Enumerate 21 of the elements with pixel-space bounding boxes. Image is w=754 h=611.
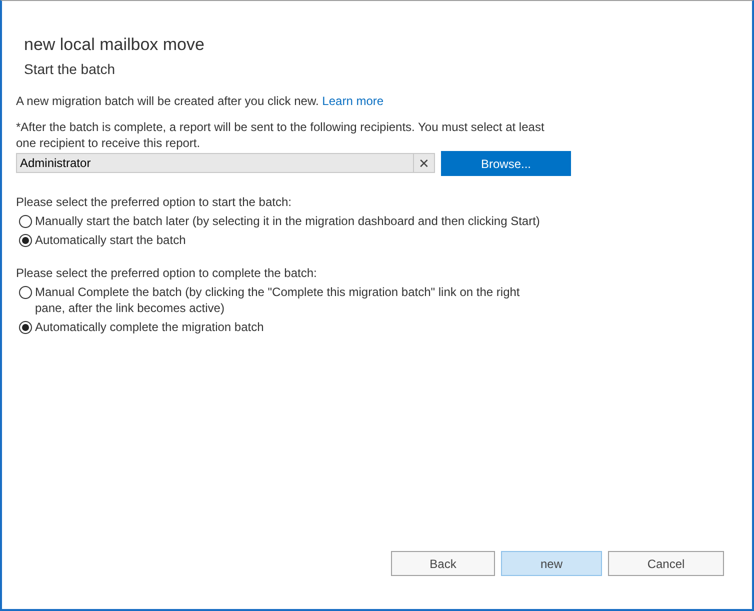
radio-label: Automatically start the batch — [35, 232, 186, 248]
learn-more-link[interactable]: Learn more — [322, 94, 384, 108]
dialog-title: new local mailbox move — [23, 35, 206, 55]
clear-button[interactable]: ✕ — [413, 153, 435, 173]
option-prompt: Please select the preferred option to complete the batch: — [16, 265, 318, 281]
recipient-field[interactable]: Administrator — [16, 153, 414, 173]
radio-label: Manually start the batch later (by selecting it in the migration dashboard and then clicking Start) — [35, 213, 540, 229]
intro-text: A new migration batch will be created after you click new. Learn more — [16, 93, 385, 109]
recipients-note: *After the batch is complete, a report will be sent to the following recipients. You must select at least one recipient to receive this report. — [16, 119, 546, 151]
dialog-button[interactable]: Cancel — [608, 551, 724, 576]
radio-button[interactable] — [19, 286, 32, 299]
radio-button[interactable] — [19, 321, 32, 334]
radio-label: Automatically complete the migration batch — [35, 319, 264, 335]
radio-label: Manual Complete the batch (by clicking the "Complete this migration batch" link on the right pane, after the link becomes active) — [35, 284, 521, 316]
browse-button[interactable]: Browse... — [441, 151, 571, 176]
dialog-button[interactable]: Back — [391, 551, 495, 576]
radio-button[interactable] — [19, 234, 32, 247]
dialog-subtitle: Start the batch — [23, 61, 116, 77]
option-prompt: Please select the preferred option to start the batch: — [16, 194, 292, 210]
radio-button[interactable] — [19, 215, 32, 228]
dialog-button[interactable]: new — [501, 551, 602, 576]
